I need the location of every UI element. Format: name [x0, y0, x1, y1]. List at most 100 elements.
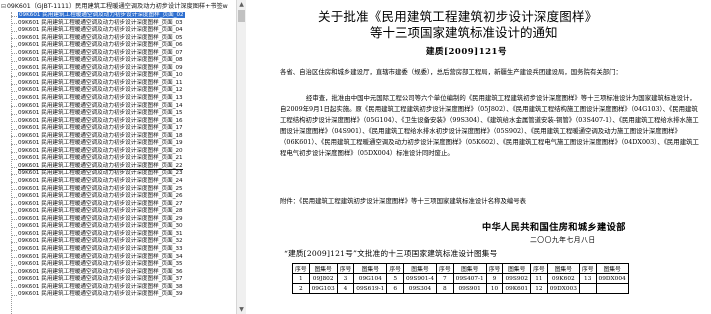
bookmark-item-label[interactable]: 09K601 民用建筑工程暖通空调及动力初步设计深度图样_页面_36 [18, 269, 183, 275]
bookmark-item-label[interactable]: 09K601 民用建筑工程暖通空调及动力初步设计深度图样_页面_37 [18, 276, 183, 282]
bookmark-item[interactable]: 09K601 民用建筑工程暖通空调及动力初步设计深度图样_页面_02 [0, 12, 236, 20]
bookmark-item-label[interactable]: 09K601 民用建筑工程暖通空调及动力初步设计深度图样_页面_27 [18, 201, 183, 207]
table-cell: 5 [386, 273, 404, 284]
bookmark-item[interactable]: 09K601 民用建筑工程暖通空调及动力初步设计深度图样_页面_33 [0, 246, 236, 254]
bookmark-item-label[interactable]: 09K601 民用建筑工程暖通空调及动力初步设计深度图样_页面_19 [18, 140, 183, 146]
bookmark-item-label[interactable]: 09K601 民用建筑工程暖通空调及动力初步设计深度图样_页面_31 [18, 231, 183, 237]
bookmark-item[interactable]: 09K601 民用建筑工程暖通空调及动力初步设计深度图样_页面_03 [0, 20, 236, 28]
tree-branch [11, 242, 17, 244]
bookmark-item-label[interactable]: 09K601 民用建筑工程暖通空调及动力初步设计深度图样_页面_06 [18, 42, 183, 48]
tree-branch [11, 68, 17, 70]
bookmark-item[interactable]: 09K601 民用建筑工程暖通空调及动力初步设计深度图样_页面_39 [0, 291, 236, 299]
tree-branch [11, 181, 17, 183]
bookmark-item-label[interactable]: 09K601 民用建筑工程暖通空调及动力初步设计深度图样_页面_23 [18, 170, 183, 176]
table-cell: 09K602 [546, 273, 580, 284]
table-cell: 图集号 [308, 263, 338, 274]
bookmark-item-label[interactable]: 09K601 民用建筑工程暖通空调及动力初步设计深度图样_页面_03 [18, 20, 183, 26]
bookmark-item[interactable]: 09K601 民用建筑工程暖通空调及动力初步设计深度图样_页面_21 [0, 155, 236, 163]
table-cell [578, 283, 597, 294]
bookmark-item-label[interactable]: 09K601 民用建筑工程暖通空调及动力初步设计深度图样_页面_04 [18, 27, 183, 33]
bookmark-item[interactable]: 09K601 民用建筑工程暖通空调及动力初步设计深度图样_页面_14 [0, 103, 236, 111]
bookmark-item-label[interactable]: 09K601 民用建筑工程暖通空调及动力初步设计深度图样_页面_13 [18, 95, 183, 101]
addressee-paragraph: 各省、自治区住房和城乡建设厅，直辖市建委（规委），总后营房部工程局，新疆生产建设… [280, 68, 622, 76]
tree-branch [11, 174, 17, 176]
bookmark-item-label[interactable]: 09K601 民用建筑工程暖通空调及动力初步设计深度图样_页面_05 [18, 35, 183, 41]
table-cell: 图集号 [452, 263, 487, 274]
table-cell: 09S407-1 [452, 273, 487, 284]
bookmark-item[interactable]: 09K601 民用建筑工程暖通空调及动力初步设计深度图样_页面_10 [0, 72, 236, 80]
scroll-up-icon[interactable]: ▲ [237, 0, 246, 9]
bookmark-item[interactable]: 09K601 民用建筑工程暖通空调及动力初步设计深度图样_页面_12 [0, 87, 236, 95]
bookmark-item[interactable]: 09K601 民用建筑工程暖通空调及动力初步设计深度图样_页面_08 [0, 57, 236, 65]
bookmark-item-label[interactable]: 09K601 民用建筑工程暖通空调及动力初步设计深度图样_页面_11 [18, 80, 183, 86]
bookmark-item-label[interactable]: 09K601 民用建筑工程暖通空调及动力初步设计深度图样_页面_09 [18, 65, 183, 71]
tree-branch [11, 15, 17, 17]
bookmark-item[interactable]: 09K601 民用建筑工程暖通空调及动力初步设计深度图样_页面_17 [0, 125, 236, 133]
table-cell: 09S902 [502, 273, 532, 284]
bookmark-item-label[interactable]: 09K601 民用建筑工程暖通空调及动力初步设计深度图样_页面_25 [18, 186, 183, 192]
bookmark-item[interactable]: 09K601 民用建筑工程暖通空调及动力初步设计深度图样_页面_04 [0, 27, 236, 35]
tree-branch [11, 128, 17, 130]
table-cell: 09S901-4 [402, 273, 438, 284]
table-row: 1 09J802 3 09G104 5 09S901-4 7 09S407-1 9 09S902 1… [292, 273, 629, 284]
bookmark-item[interactable]: 09K601 民用建筑工程暖通空调及动力初步设计深度图样_页面_32 [0, 238, 236, 246]
bookmark-item-label[interactable]: 09K601 民用建筑工程暖通空调及动力初步设计深度图样_页面_30 [18, 223, 183, 229]
tree-branch [11, 227, 17, 228]
bookmark-item-label[interactable]: 09K601 民用建筑工程暖通空调及动力初步设计深度图样_页面_33 [18, 246, 183, 252]
table-cell: 11 [530, 273, 548, 284]
bookmark-item-label[interactable]: 09K601 民用建筑工程暖通空调及动力初步设计深度图样_页面_12 [18, 87, 183, 93]
tree-branch [11, 136, 17, 138]
bookmark-item-label[interactable]: 09K601 民用建筑工程暖通空调及动力初步设计深度图样_页面_26 [18, 193, 183, 199]
bookmark-item-label[interactable]: 09K601 民用建筑工程暖通空调及动力初步设计深度图样_页面_32 [18, 238, 183, 244]
bookmark-item[interactable]: 09K601 民用建筑工程暖通空调及动力初步设计深度图样_页面_06 [0, 42, 236, 50]
bookmark-item[interactable]: 09K601 民用建筑工程暖通空调及动力初步设计深度图样_页面_13 [0, 95, 236, 103]
table-cell: 10 [485, 283, 504, 294]
tree-branch [11, 143, 17, 145]
bookmark-item[interactable]: 09K601 民用建筑工程暖通空调及动力初步设计深度图样_页面_19 [0, 140, 236, 148]
bookmark-item-label[interactable]: 09K601 民用建筑工程暖通空调及动力初步设计深度图样_页面_10 [18, 72, 183, 78]
table-cell: 09S901 [452, 283, 487, 294]
bookmark-item-label[interactable]: 09K601 民用建筑工程暖通空调及动力初步设计深度图样_页面_08 [18, 57, 183, 63]
bookmark-item[interactable]: 09K601 民用建筑工程暖通空调及动力初步设计深度图样_页面_25 [0, 186, 236, 194]
tree-branch [11, 98, 17, 100]
bookmark-item[interactable]: 09K601 民用建筑工程暖通空调及动力初步设计深度图样_页面_28 [0, 208, 236, 216]
bookmark-item-label[interactable]: 09K601 民用建筑工程暖通空调及动力初步设计深度图样_页面_21 [18, 155, 183, 161]
bookmark-item-label[interactable]: 09K601 民用建筑工程暖通空调及动力初步设计深度图样_页面_38 [18, 284, 183, 290]
table-cell: 13 [578, 273, 597, 284]
bookmark-item[interactable]: 09K601 民用建筑工程暖通空调及动力初步设计深度图样_页面_35 [0, 261, 236, 269]
tree-branch [11, 159, 17, 161]
table-cell: 09DX003 [546, 283, 580, 294]
tree-branch [11, 287, 17, 289]
bookmark-item-label[interactable]: 09K601 民用建筑工程暖通空调及动力初步设计深度图样_页面_28 [18, 208, 183, 214]
bookmark-item-label[interactable]: 09K601 民用建筑工程暖通空调及动力初步设计深度图样_页面_02 [18, 12, 185, 18]
bookmark-item[interactable]: 09K601 民用建筑工程暖通空调及动力初步设计深度图样_页面_23 [0, 170, 236, 178]
bookmark-item-label[interactable]: 09K601 民用建筑工程暖通空调及动力初步设计深度图样_页面_34 [18, 254, 183, 260]
table-cell: 7 [436, 273, 454, 284]
bookmark-item-label[interactable]: 09K601 民用建筑工程暖通空调及动力初步设计深度图样_页面_22 [18, 162, 183, 170]
bookmark-item-label[interactable]: 09K601 民用建筑工程暖通空调及动力初步设计深度图样_页面_14 [18, 103, 183, 109]
table-cell: 序号 [386, 263, 404, 274]
bookmark-item-label[interactable]: 09K601 民用建筑工程暖通空调及动力初步设计深度图样_页面_39 [18, 291, 183, 297]
bookmark-item[interactable]: 09K601 民用建筑工程暖通空调及动力初步设计深度图样_页面_15 [0, 110, 236, 118]
bookmark-item-label[interactable]: 09K601 民用建筑工程暖通空调及动力初步设计深度图样_页面_20 [18, 148, 183, 154]
bookmark-item[interactable]: 09K601 民用建筑工程暖通空调及动力初步设计深度图样_页面_24 [0, 178, 236, 186]
bookmark-item-label[interactable]: 09K601 民用建筑工程暖通空调及动力初步设计深度图样_页面_15 [18, 110, 183, 116]
bookmark-item[interactable]: 09K601 民用建筑工程暖通空调及动力初步设计深度图样_页面_36 [0, 269, 236, 277]
tree-branch [11, 189, 17, 191]
bookmark-item-label[interactable]: 09K601 民用建筑工程暖通空调及动力初步设计深度图样_页面_17 [18, 125, 183, 131]
bookmark-item-label[interactable]: 09K601 民用建筑工程暖通空调及动力初步设计深度图样_页面_24 [18, 178, 183, 184]
bookmark-item[interactable]: 09K601 民用建筑工程暖通空调及动力初步设计深度图样_页面_26 [0, 193, 236, 201]
bookmark-item-label[interactable]: 09K601 民用建筑工程暖通空调及动力初步设计深度图样_页面_07 [18, 50, 183, 56]
tree-branch [11, 151, 17, 153]
scroll-down-icon[interactable]: ▼ [237, 305, 246, 314]
bookmark-root-label[interactable]: 09K601（GJBT-1111）民用建筑工程暖通空调及动力初步设计深度图样+书… [7, 3, 228, 10]
bookmark-item-label[interactable]: 09K601 民用建筑工程暖通空调及动力初步设计深度图样_页面_18 [18, 133, 183, 139]
bookmark-item-label[interactable]: 09K601 民用建筑工程暖通空调及动力初步设计深度图样_页面_16 [18, 118, 183, 124]
bookmark-item[interactable]: 09K601 民用建筑工程暖通空调及动力初步设计深度图样_页面_37 [0, 276, 236, 284]
scroll-thumb[interactable] [238, 10, 245, 22]
bookmark-item[interactable]: 09K601 民用建筑工程暖通空调及动力初步设计深度图样_页面_30 [0, 223, 236, 231]
bookmark-item-label[interactable]: 09K601 民用建筑工程暖通空调及动力初步设计深度图样_页面_35 [18, 261, 183, 267]
tree-branch [11, 249, 17, 251]
bookmark-item[interactable]: 09K601 民用建筑工程暖通空调及动力初步设计深度图样_页面_34 [0, 254, 236, 262]
bookmark-item-label[interactable]: 09K601 民用建筑工程暖通空调及动力初步设计深度图样_页面_29 [18, 216, 183, 222]
